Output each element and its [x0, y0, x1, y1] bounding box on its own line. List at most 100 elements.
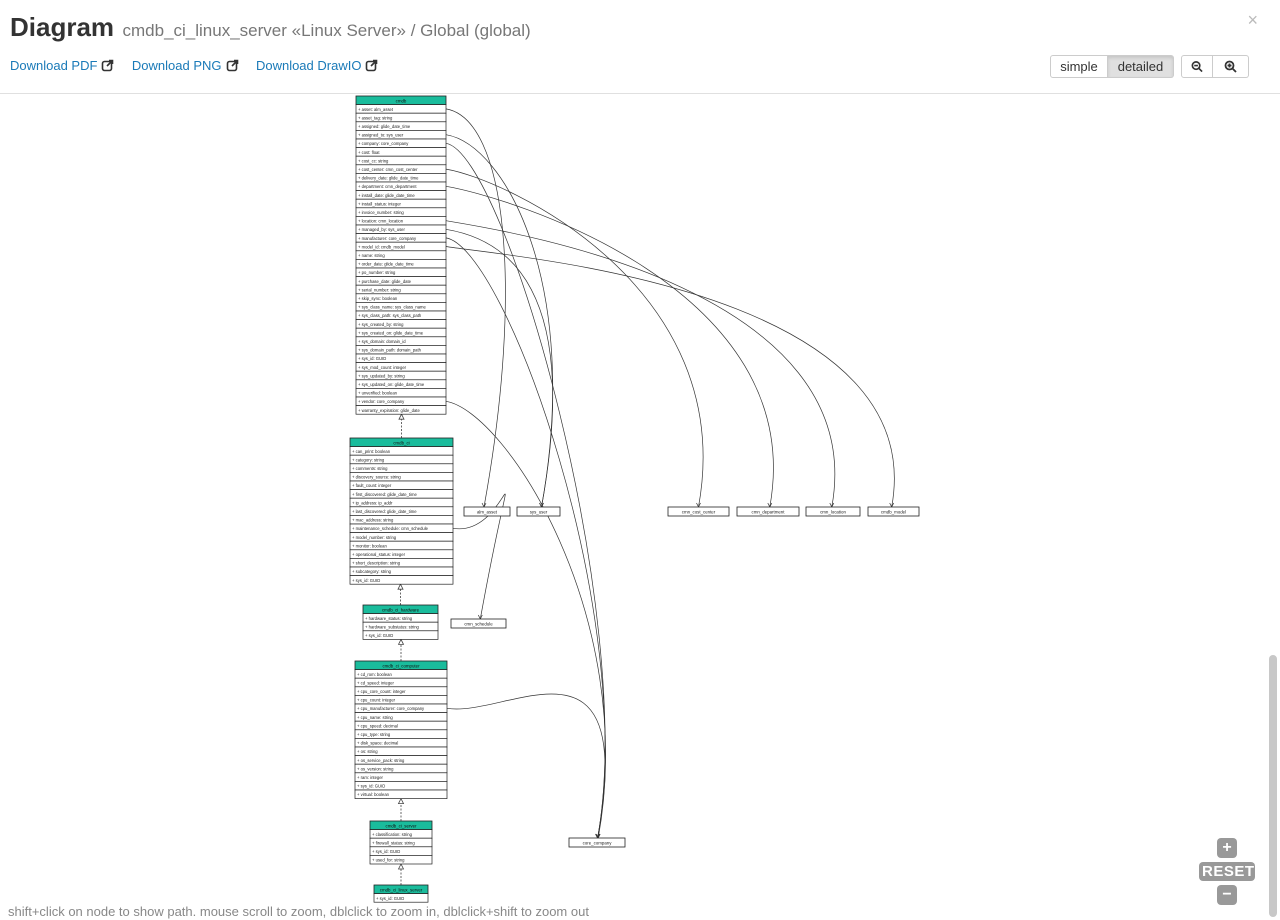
- field-label: + location: cmn_location: [358, 219, 404, 224]
- simple-button[interactable]: simple: [1050, 55, 1108, 78]
- ref-label-cmdb-model: cmdb_model: [881, 509, 906, 514]
- field-label: + short_description: string: [352, 561, 401, 566]
- class-node-cmdb-ci[interactable]: cmdb_ci+ can_print: boolean + category: s…: [349, 437, 454, 585]
- close-icon[interactable]: ×: [1247, 10, 1258, 31]
- field-label: + company: core_company: [358, 141, 409, 146]
- hint-text: shift+click on node to show path. mouse …: [8, 904, 589, 919]
- field-label: + cost_center: cmn_cost_center: [358, 167, 418, 172]
- zoom-out-icon: [1191, 61, 1203, 73]
- page-title: Diagram cmdb_ci_linux_server «Linux Serv…: [10, 12, 531, 43]
- field-label: + sys_id: GUID: [357, 784, 385, 789]
- reference-edge: [445, 168, 704, 508]
- field-label: + sys_mod_count: integer: [358, 365, 407, 370]
- download-pdf-link[interactable]: Download PDF: [10, 58, 114, 73]
- field-label: + model_id: cmdb_model: [358, 244, 405, 249]
- zoom-plus-icon[interactable]: +: [1217, 838, 1237, 858]
- zoom-controls: + RESET −: [1199, 838, 1255, 905]
- ref-label-cmn-cost-center: cmn_cost_center: [682, 509, 716, 514]
- download-drawio-link[interactable]: Download DrawIO: [256, 58, 379, 73]
- field-label: + install_date: glide_date_time: [358, 193, 415, 198]
- field-label: + purchase_date: glide_date: [358, 279, 412, 284]
- ref-label-alm-asset: alm_asset: [477, 509, 498, 514]
- field-label: + cpu_type: string: [357, 732, 391, 737]
- ref-node-sys-user[interactable]: sys_user: [516, 506, 561, 517]
- field-label: + discovery_source: string: [352, 475, 401, 480]
- field-label: + asset_tag: string: [358, 115, 393, 120]
- detailed-button[interactable]: detailed: [1108, 55, 1174, 78]
- scrollbar[interactable]: [1269, 655, 1277, 917]
- field-label: + ram: integer: [357, 775, 384, 780]
- class-node-cmdb-ci-hardware[interactable]: cmdb_ci_hardware + hardware_status: strin…: [362, 604, 439, 640]
- class-node-cmdb[interactable]: cmdb+ asset: alm_asset + asset_tag: strin…: [355, 95, 447, 415]
- reference-edge: [445, 142, 606, 839]
- field-label: + department: cmn_department: [358, 184, 417, 189]
- field-label: + po_number: string: [358, 270, 396, 275]
- diagram-svg[interactable]: cmdb+ asset: alm_asset + asset_tag: strin…: [0, 94, 1280, 920]
- reference-arrow: [696, 502, 701, 508]
- ref-node-cmn-location[interactable]: cmn_location: [805, 506, 861, 517]
- inheritance-arrow: [398, 413, 405, 420]
- field-label: + can_print: boolean: [352, 449, 391, 454]
- ref-node-cmn-cost-center[interactable]: cmn_cost_center: [667, 506, 730, 517]
- ref-node-cmn-schedule[interactable]: cmn_schedule: [450, 618, 507, 629]
- external-link-icon: [226, 59, 238, 72]
- field-label: + os: string: [357, 749, 378, 754]
- reference-edge: [445, 185, 774, 508]
- external-link-icon: [366, 59, 378, 72]
- field-label: + vendor: core_company: [358, 399, 405, 404]
- field-label: + operational_status: integer: [352, 552, 406, 557]
- reference-arrow: [477, 614, 483, 620]
- field-label: + ip_address: ip_addr: [352, 500, 393, 505]
- class-name-cmdb: cmdb: [396, 98, 407, 103]
- field-label: + sys_class_name: sys_class_name: [358, 305, 427, 310]
- ref-label-sys-user: sys_user: [530, 509, 548, 514]
- field-label: + sys_id: GUID: [365, 633, 393, 638]
- diagram-header: Diagram cmdb_ci_linux_server «Linux Serv…: [0, 0, 1280, 94]
- reference-edge: [445, 237, 606, 839]
- field-label: + sys_domain: domain_id: [358, 339, 406, 344]
- field-label: + maintenance_schedule: cmn_schedule: [352, 526, 429, 531]
- field-label: + classification: string: [372, 832, 413, 837]
- reference-edge: [445, 220, 836, 508]
- class-name-cmdb-ci-linux-server: cmdb_ci_linux_server: [380, 887, 423, 892]
- field-label: + comments: string: [352, 466, 388, 471]
- field-label: + sys_updated_by: string: [358, 373, 405, 378]
- download-pdf-label: Download PDF: [10, 58, 98, 73]
- zoom-in-button[interactable]: [1213, 55, 1249, 78]
- field-label: + warranty_expiration: glide_date: [358, 408, 420, 413]
- ref-node-alm-asset[interactable]: alm_asset: [463, 506, 511, 517]
- zoom-minus-icon[interactable]: −: [1217, 885, 1237, 905]
- field-label: + sys_id: GUID: [352, 578, 380, 583]
- class-node-cmdb-ci-computer[interactable]: cmdb_ci_computer + cd_rom: boolean + cd_sp…: [354, 660, 448, 799]
- ref-node-cmdb-model[interactable]: cmdb_model: [867, 506, 920, 517]
- diagram-canvas[interactable]: cmdb + asset: alm_asset + asset_tag: strin…: [0, 94, 1280, 920]
- class-name-cmdb-ci-computer: cmdb_ci_computer: [382, 663, 420, 668]
- ref-node-cmn-department[interactable]: cmn_department: [736, 506, 800, 517]
- field-label: + skip_sync: boolean: [358, 296, 398, 301]
- view-toggle: simple detailed: [1050, 55, 1174, 78]
- reset-button[interactable]: RESET: [1199, 862, 1255, 881]
- ref-label-cmn-department: cmn_department: [752, 509, 786, 514]
- field-label: + managed_by: sys_user: [358, 227, 406, 232]
- inheritance-arrow: [397, 583, 404, 590]
- class-name-cmdb-ci-server: cmdb_ci_server: [386, 823, 418, 828]
- field-label: + serial_number: string: [358, 287, 401, 292]
- zoom-out-button[interactable]: [1181, 55, 1213, 78]
- field-label: + cpu_speed: decimal: [357, 723, 398, 728]
- class-node-cmdb-ci-server[interactable]: cmdb_ci_server + classification: string + …: [369, 820, 433, 865]
- field-label: + fault_count: integer: [352, 483, 392, 488]
- download-png-label: Download PNG: [131, 58, 222, 73]
- field-label: + cost_cc: string: [358, 158, 389, 163]
- ref-node-core-company[interactable]: core_company: [568, 837, 626, 848]
- download-png-link[interactable]: Download PNG: [132, 58, 239, 73]
- field-label: + firewall_status: string: [372, 840, 415, 845]
- class-node-cmdb-ci-linux-server[interactable]: cmdb_ci_linux_server + sys_id: GUID: [373, 884, 429, 903]
- field-label: + last_discovered: glide_date_time: [352, 509, 417, 514]
- reference-edge: [445, 108, 506, 508]
- field-label: + assigned_to: sys_user: [358, 133, 404, 138]
- field-label: + sys_id: GUID: [358, 356, 386, 361]
- field-label: + cpu_manufacturer: core_company: [357, 706, 425, 711]
- field-label: + cd_speed: integer: [357, 680, 395, 685]
- field-label: + hardware_status: string: [365, 616, 413, 621]
- class-name-cmdb-ci-hardware: cmdb_ci_hardware: [382, 607, 420, 612]
